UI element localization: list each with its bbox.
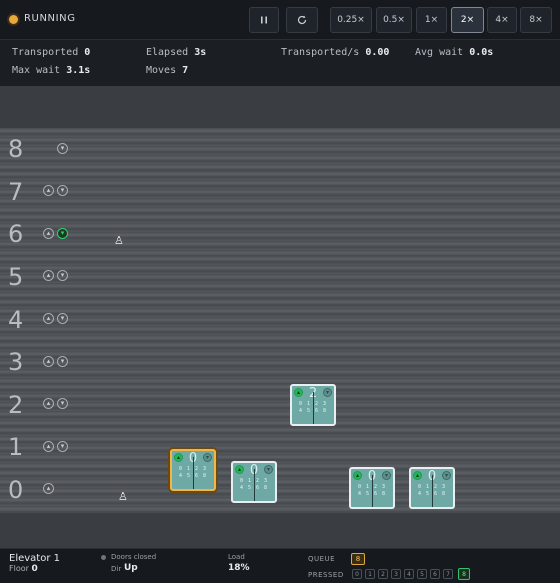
floor-label: 7: [8, 178, 24, 206]
call-down-button[interactable]: ▾: [57, 185, 68, 196]
pressed-floor-box: 1: [365, 569, 375, 579]
floor-row-7: [0, 171, 560, 214]
pressed-floor-box: 0: [352, 569, 362, 579]
call-down-button[interactable]: ▾: [57, 398, 68, 409]
car-door-seam: [372, 475, 373, 507]
speed-button-4x[interactable]: 4×: [487, 7, 517, 33]
status-indicator-dot: [9, 15, 18, 24]
floor-label: 6: [8, 220, 24, 248]
pressed-label: PRESSED: [308, 571, 344, 579]
top-bar: RUNNING 0.25× 0.5× 1× 2× 4× 8×: [0, 0, 560, 40]
stat-elapsed: Elapsed 3s: [146, 47, 207, 58]
elevator-car-5[interactable]: ▴ ▾ 0 0 1 2 3 4 5 6 8: [409, 467, 455, 509]
call-down-button[interactable]: ▾: [57, 441, 68, 452]
floor-row-4: [0, 299, 560, 342]
floor-label: 5: [8, 263, 24, 291]
floor-label: 4: [8, 306, 24, 334]
floor-row-8: [0, 128, 560, 171]
call-up-button[interactable]: ▴: [43, 185, 54, 196]
load-label: Load: [228, 553, 245, 561]
floor-row-2: [0, 384, 560, 427]
floor-label: 2: [8, 391, 24, 419]
car-door-seam: [254, 469, 255, 501]
call-down-button[interactable]: ▾: [57, 143, 68, 154]
selected-elevator-panel: Elevator 1 Floor 0 Doors closed Dir Up L…: [0, 548, 560, 583]
pressed-floor-box: 3: [391, 569, 401, 579]
queue-label: QUEUE: [308, 555, 336, 563]
reset-icon: [296, 14, 308, 26]
floor-label: 0: [8, 476, 24, 504]
waiting-passenger-icon: ♙: [118, 490, 128, 503]
elevator-car-1[interactable]: ▴ ▾ 0 0 1 2 3 4 5 6 8: [170, 449, 216, 491]
pressed-floor-box: 6: [430, 569, 440, 579]
call-up-button[interactable]: ▴: [43, 483, 54, 494]
direction-value: Up: [124, 563, 138, 573]
stat-transported-per-second: Transported/s 0.00: [281, 47, 390, 58]
floor-row-0: [0, 470, 560, 513]
call-up-button[interactable]: ▴: [43, 398, 54, 409]
waiting-passenger-icon: ♙: [114, 234, 124, 247]
stat-transported: Transported 0: [12, 47, 91, 58]
load-value: 18%: [228, 563, 250, 573]
door-status-dot: [101, 555, 106, 560]
stat-avg-wait: Avg wait 0.0s: [415, 47, 494, 58]
pressed-floor-box: 2: [378, 569, 388, 579]
elevator-car-3[interactable]: ▴ ▾ 2 0 1 2 3 4 5 6 8: [290, 384, 336, 426]
stat-max-wait: Max wait 3.1s: [12, 65, 91, 76]
speed-button-8x[interactable]: 8×: [520, 7, 552, 33]
selected-elevator-title: Elevator 1: [9, 553, 60, 564]
floor-label: 1: [8, 433, 24, 461]
speed-button-0.5x[interactable]: 0.5×: [376, 7, 412, 33]
pressed-floor-box: 5: [417, 569, 427, 579]
call-down-button-active[interactable]: ▾: [57, 228, 68, 239]
call-up-button[interactable]: ▴: [43, 228, 54, 239]
direction-label: Dir: [111, 565, 122, 573]
pause-icon: [259, 15, 269, 25]
call-up-button[interactable]: ▴: [43, 270, 54, 281]
speed-button-0.25x[interactable]: 0.25×: [330, 7, 372, 33]
queue-item: 8: [351, 553, 365, 565]
call-down-button[interactable]: ▾: [57, 270, 68, 281]
call-down-button[interactable]: ▾: [57, 356, 68, 367]
car-door-seam: [313, 392, 314, 424]
floor-row-6: [0, 214, 560, 257]
call-up-button[interactable]: ▴: [43, 441, 54, 452]
elevator-car-2[interactable]: ▴ ▾ 0 0 1 2 3 4 5 6 8: [231, 461, 277, 503]
car-door-seam: [432, 475, 433, 507]
stats-panel: Transported 0 Elapsed 3s Transported/s 0…: [0, 40, 560, 86]
call-up-button[interactable]: ▴: [43, 313, 54, 324]
door-status-label: Doors closed: [111, 553, 157, 561]
floor-label: 3: [8, 348, 24, 376]
status-label: RUNNING: [24, 13, 76, 24]
speed-button-2x[interactable]: 2×: [451, 7, 484, 33]
speed-button-1x[interactable]: 1×: [416, 7, 447, 33]
car-door-seam: [193, 457, 194, 489]
pressed-floor-box-active: 8: [458, 568, 470, 580]
pause-button[interactable]: [249, 7, 279, 33]
floor-row-1: [0, 427, 560, 470]
call-down-button[interactable]: ▾: [57, 313, 68, 324]
floor-row-3: [0, 342, 560, 385]
building-shaft: 8 ▾ 7 ▴ ▾ 6 ▴ ▾ ♙ 5 ▴ ▾ 4 ▴ ▾ 3 ▴ ▾ 2 ▴ …: [0, 86, 560, 548]
elevator-car-4[interactable]: ▴ ▾ 0 0 1 2 3 4 5 6 8: [349, 467, 395, 509]
floor-label: 8: [8, 135, 24, 163]
pressed-floor-box: 4: [404, 569, 414, 579]
selected-elevator-floor: Floor 0: [9, 564, 38, 574]
reset-button[interactable]: [286, 7, 318, 33]
floor-row-5: [0, 256, 560, 299]
stat-moves: Moves 7: [146, 65, 189, 76]
pressed-floor-box: 7: [443, 569, 453, 579]
call-up-button[interactable]: ▴: [43, 356, 54, 367]
